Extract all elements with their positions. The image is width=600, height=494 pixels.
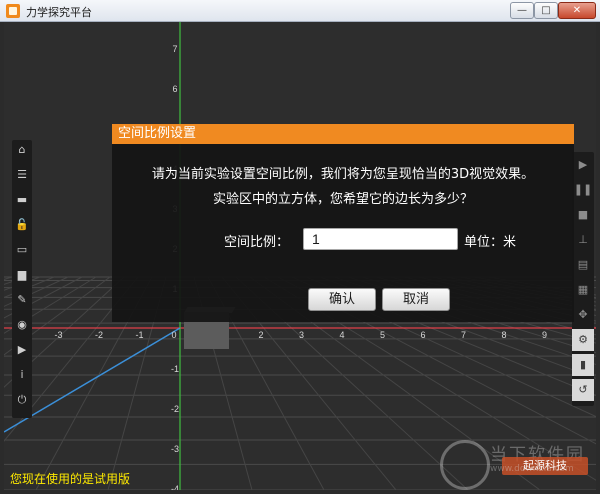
x-tick-label: 4: [339, 330, 344, 340]
app-icon: [6, 4, 20, 18]
x-tick-label: 9: [542, 330, 547, 340]
unlock-icon[interactable]: 🔓: [12, 215, 32, 235]
watermark-logo-icon: [440, 440, 490, 490]
left-toolbar: ⌂ ☰ ▬ 🔓 ▭ ▆ ✎ ◉ ▶ i ⏻: [12, 140, 32, 418]
y-tick-label: -1: [171, 364, 179, 374]
monitor-icon[interactable]: ▭: [12, 240, 32, 260]
info-icon[interactable]: i: [12, 365, 32, 385]
gear-icon[interactable]: ⚙: [572, 329, 594, 351]
move-icon[interactable]: ✥: [572, 304, 594, 326]
x-tick-label: 0: [171, 330, 176, 340]
x-tick-label: 5: [380, 330, 385, 340]
play-icon[interactable]: ▶: [572, 154, 594, 176]
scale-input[interactable]: [303, 228, 458, 250]
right-toolbar: ▶ ❚❚ ■ ⊥ ▤ ▦ ✥ ⚙ ▮ ↺: [572, 152, 594, 406]
camera-icon[interactable]: ◉: [12, 315, 32, 335]
y-tick-label: -2: [171, 404, 179, 414]
x-tick-label: 7: [461, 330, 466, 340]
scale-dialog: 空间比例设置 请为当前实验设置空间比例，我们将为您呈现恰当的3D视觉效果。 实验…: [112, 124, 574, 322]
y-tick-label: -3: [171, 444, 179, 454]
y-tick-label: 7: [172, 44, 177, 54]
window-titlebar: 力学探究平台 — □ ✕: [0, 0, 600, 22]
cancel-button[interactable]: 取消: [382, 288, 450, 311]
window-title: 力学探究平台: [26, 6, 92, 19]
axis-icon[interactable]: ⊥: [572, 229, 594, 251]
ruler-icon[interactable]: ▤: [572, 254, 594, 276]
folder-icon[interactable]: ▆: [12, 265, 32, 285]
x-tick-label: 3: [299, 330, 304, 340]
minimize-button[interactable]: —: [510, 2, 534, 19]
pause-icon[interactable]: ❚❚: [572, 179, 594, 201]
x-tick-label: -1: [135, 330, 143, 340]
scene-viewport[interactable]: -3-2-11234567891007654321-1-2-3-4 ⌂☰▬🔓▭▆…: [4, 22, 596, 490]
y-tick-label: -4: [171, 484, 179, 490]
home-icon[interactable]: ⌂: [12, 140, 32, 160]
undo-icon[interactable]: ↺: [572, 379, 594, 401]
y-tick-label: 6: [172, 84, 177, 94]
close-button[interactable]: ✕: [558, 2, 596, 19]
brush-icon[interactable]: ✎: [12, 290, 32, 310]
x-tick-label: -3: [54, 330, 62, 340]
maximize-button[interactable]: □: [534, 2, 558, 19]
layers-icon[interactable]: ☰: [12, 165, 32, 185]
x-tick-label: 6: [420, 330, 425, 340]
x-tick-label: 2: [258, 330, 263, 340]
confirm-button[interactable]: 确认: [308, 288, 376, 311]
rectangle-icon[interactable]: ▬: [12, 190, 32, 210]
unit-label: 单位：米: [464, 235, 517, 250]
video-icon[interactable]: ▶: [12, 340, 32, 360]
dialog-title: 空间比例设置: [112, 124, 574, 144]
dialog-message-line2: 实验区中的立方体，您希望它的边长为多少？: [212, 192, 473, 207]
scale-label: 空间比例：: [224, 235, 290, 250]
power-icon[interactable]: ⏻: [12, 390, 32, 410]
dialog-message-line1: 请为当前实验设置空间比例，我们将为您呈现恰当的3D视觉效果。: [151, 167, 535, 182]
x-tick-label: 8: [501, 330, 506, 340]
trash-icon[interactable]: ▮: [572, 354, 594, 376]
table-icon[interactable]: ▦: [572, 279, 594, 301]
trial-notice: 您现在使用的是试用版: [10, 472, 131, 486]
watermark-url: www.downxia.com: [490, 464, 574, 474]
stop-icon[interactable]: ■: [572, 204, 594, 226]
x-tick-label: -2: [95, 330, 103, 340]
